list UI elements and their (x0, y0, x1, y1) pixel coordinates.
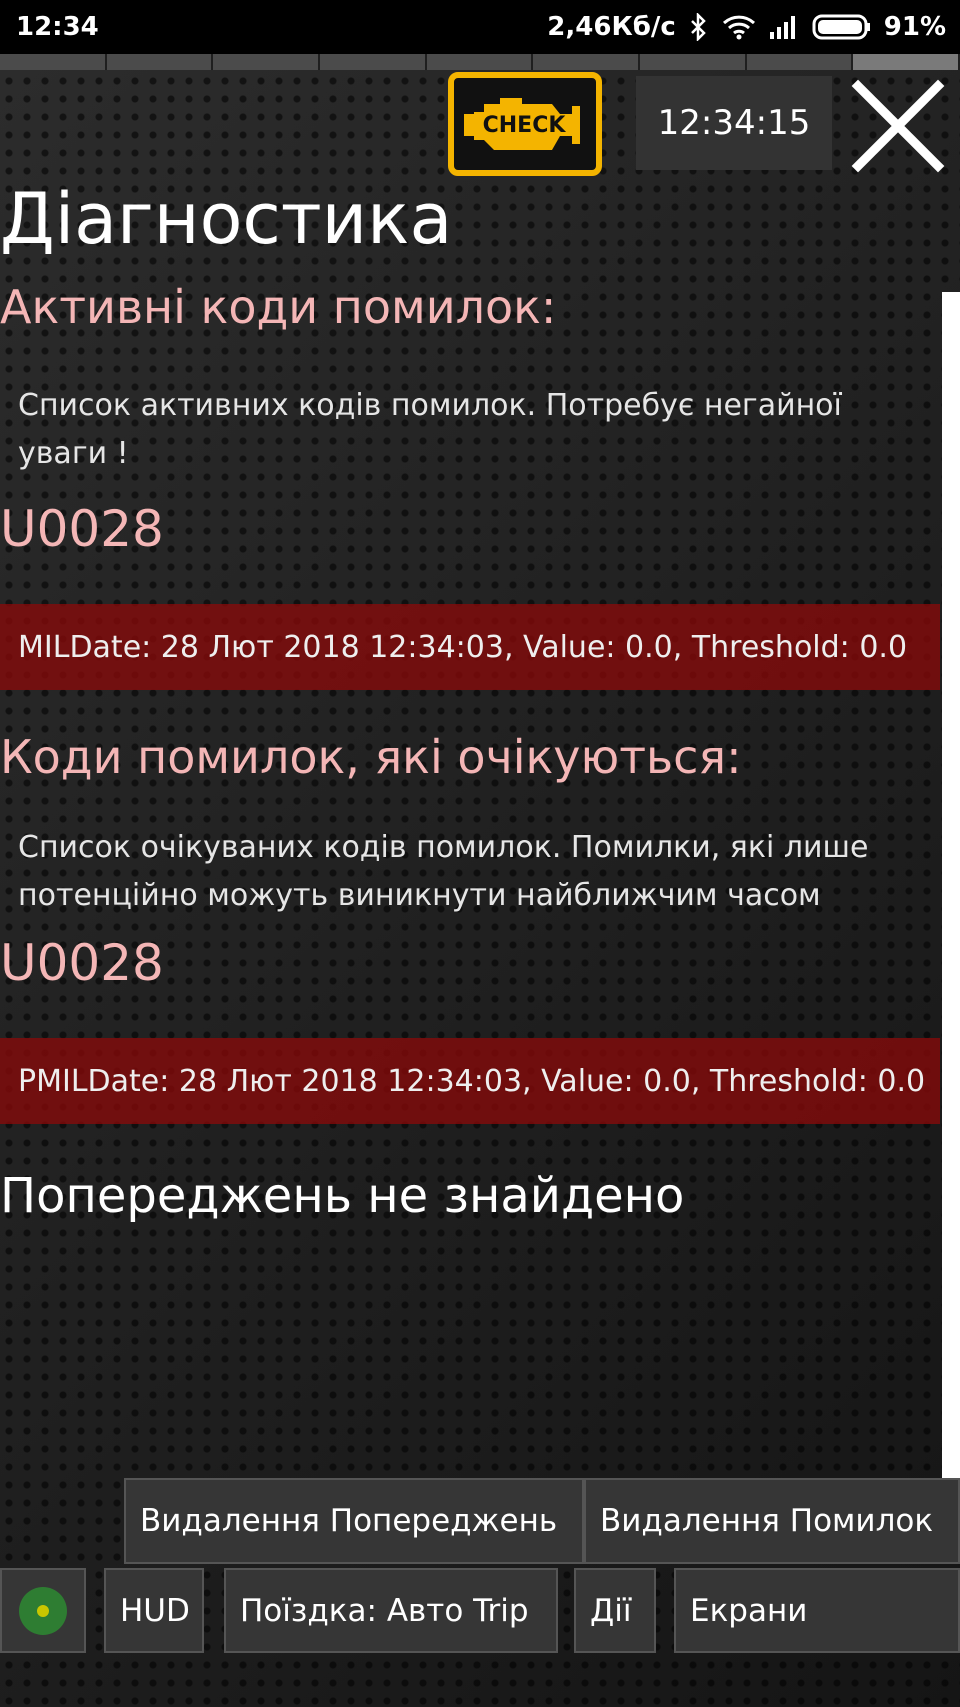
status-time: 12:34 (16, 12, 99, 42)
pending-codes-description: Список очікуваних кодів помилок. Помилки… (18, 830, 869, 913)
pending-codes-heading: Коди помилок, які очікуються: (0, 730, 742, 784)
bottom-nav: HUD Поїздка: Авто Trip Дії Екрани (0, 1568, 960, 1653)
battery-percent: 91% (883, 12, 946, 42)
progress-strip (0, 54, 960, 70)
status-bar: 12:34 2,46Кб/с 91% (0, 0, 960, 54)
active-code-detail-row[interactable]: MILDate: 28 Лют 2018 12:34:03, Value: 0.… (0, 604, 940, 690)
progress-segment (426, 54, 534, 70)
progress-segment (640, 54, 747, 70)
progress-segment (106, 54, 214, 70)
active-code[interactable]: U0028 (0, 504, 164, 554)
battery-icon (812, 14, 870, 40)
actions-menu-button[interactable]: Дії (574, 1568, 656, 1653)
page-title: Діагностика (0, 178, 453, 260)
action-bar: Видалення Попереджень Видалення Помилок (124, 1478, 960, 1564)
scrollbar[interactable] (942, 292, 960, 1532)
progress-segment (853, 54, 960, 70)
delete-errors-button[interactable]: Видалення Помилок (584, 1478, 960, 1564)
pending-code-detail-row[interactable]: PMILDate: 28 Лют 2018 12:34:03, Value: 0… (0, 1038, 940, 1124)
trip-button[interactable]: Поїздка: Авто Trip (224, 1568, 558, 1653)
active-codes-description: Список активних кодів помилок. Потребує … (18, 388, 842, 471)
check-engine-button[interactable]: CHECK (448, 72, 602, 176)
progress-segment (533, 54, 641, 70)
screens-button[interactable]: Екрани (674, 1568, 960, 1653)
progress-segment (746, 54, 854, 70)
active-codes-heading: Активні коди помилок: (0, 280, 557, 334)
progress-segment (320, 54, 427, 70)
status-right: 2,46Кб/с 91% (547, 12, 946, 42)
wifi-icon (722, 15, 755, 40)
pending-code[interactable]: U0028 (0, 938, 164, 988)
no-warnings-text: Попереджень не знайдено (0, 1168, 685, 1224)
delete-warnings-button[interactable]: Видалення Попереджень (124, 1478, 584, 1564)
bluetooth-icon (690, 13, 706, 41)
diagnostics-screen: CHECK 12:34:15 Діагностика Активні коди … (0, 54, 960, 1707)
hud-button[interactable]: HUD (104, 1568, 204, 1653)
signal-icon (769, 16, 795, 39)
clock-display: 12:34:15 (636, 76, 832, 170)
progress-segment (213, 54, 321, 70)
check-engine-icon: CHECK (464, 98, 580, 150)
network-speed: 2,46Кб/с (547, 12, 676, 42)
connection-status-button[interactable] (0, 1568, 86, 1653)
check-engine-label: CHECK (483, 113, 567, 138)
progress-segment (0, 54, 107, 70)
close-icon[interactable] (848, 76, 948, 176)
status-dot-icon (19, 1586, 67, 1635)
